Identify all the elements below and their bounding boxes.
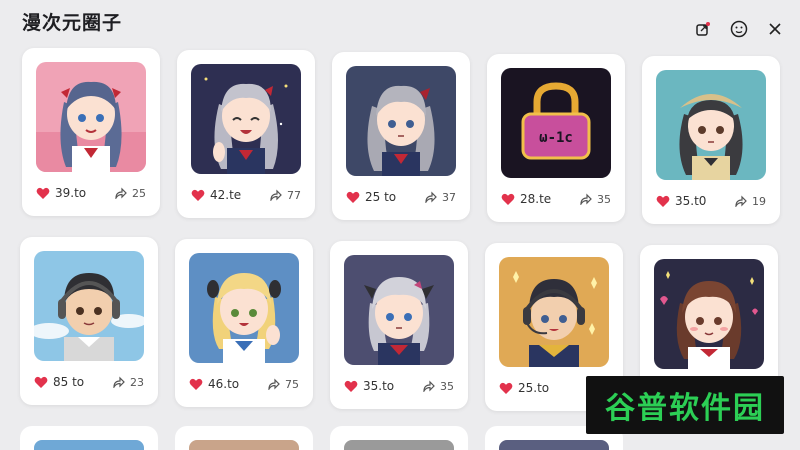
post-thumbnail xyxy=(346,66,456,176)
share-count[interactable]: 37 xyxy=(424,191,456,204)
share-icon xyxy=(270,189,282,201)
window-controls xyxy=(692,18,786,40)
post-card[interactable]: ω-1c 28.te 35 xyxy=(487,54,625,222)
like-count[interactable]: 25 to xyxy=(346,190,396,204)
post-thumbnail xyxy=(499,257,609,367)
watermark: 谷普软件园 xyxy=(586,376,784,434)
share-icon xyxy=(113,376,125,388)
share-icon xyxy=(425,191,437,203)
post-thumbnail xyxy=(344,255,454,365)
post-thumbnail xyxy=(34,251,144,361)
svg-text:ω-1c: ω-1c xyxy=(539,130,573,146)
post-card[interactable]: 85 to 23 xyxy=(20,237,158,405)
share-count[interactable]: 19 xyxy=(734,195,766,208)
share-notify-icon[interactable] xyxy=(692,18,714,40)
post-card[interactable]: 25 to 37 xyxy=(332,52,470,220)
like-count-text: 46.to xyxy=(208,377,240,391)
post-card-partial[interactable] xyxy=(20,426,158,450)
like-count[interactable]: 35.to xyxy=(344,379,394,393)
close-icon[interactable] xyxy=(764,18,786,40)
post-card[interactable]: 42.te 77 xyxy=(177,50,315,218)
share-count[interactable]: 23 xyxy=(112,376,144,389)
share-count-text: 75 xyxy=(285,377,299,391)
like-count[interactable]: 25.to xyxy=(499,381,549,395)
share-count-text: 35 xyxy=(440,379,454,393)
like-count-text: 35.to xyxy=(363,379,395,393)
like-count-text: 28.te xyxy=(520,192,552,206)
post-thumbnail xyxy=(656,70,766,180)
like-count-text: 85 to xyxy=(53,375,85,389)
heart-icon xyxy=(34,376,48,388)
post-card[interactable]: 35.t0 19 xyxy=(642,56,780,224)
like-count[interactable]: 46.to xyxy=(189,377,239,391)
post-thumbnail xyxy=(36,62,146,172)
like-count[interactable]: 42.te xyxy=(191,188,241,202)
share-count-text: 19 xyxy=(752,194,766,208)
share-icon xyxy=(735,195,747,207)
share-count[interactable]: 77 xyxy=(269,189,301,202)
like-count-text: 25 to xyxy=(365,190,397,204)
heart-icon xyxy=(499,382,513,394)
share-icon xyxy=(423,380,435,392)
share-count[interactable]: 35 xyxy=(579,193,611,206)
share-count-text: 37 xyxy=(442,190,456,204)
heart-icon xyxy=(344,380,358,392)
like-count-text: 39.to xyxy=(55,186,87,200)
like-count[interactable]: 85 to xyxy=(34,375,84,389)
like-count-text: 42.te xyxy=(210,188,242,202)
like-count[interactable]: 35.t0 xyxy=(656,194,706,208)
post-card[interactable]: 39.to 25 xyxy=(22,48,160,216)
share-icon xyxy=(115,187,127,199)
heart-icon xyxy=(189,378,203,390)
like-count[interactable]: 39.to xyxy=(36,186,86,200)
like-count-text: 35.t0 xyxy=(675,194,707,208)
heart-icon xyxy=(656,195,670,207)
post-card[interactable]: 46.to 75 xyxy=(175,239,313,407)
post-thumbnail xyxy=(191,64,301,174)
share-icon xyxy=(580,193,592,205)
post-card-partial[interactable] xyxy=(175,426,313,450)
heart-icon xyxy=(36,187,50,199)
like-count-text: 25.to xyxy=(518,381,550,395)
post-thumbnail xyxy=(654,259,764,369)
share-count[interactable]: 75 xyxy=(267,378,299,391)
post-card-partial[interactable] xyxy=(330,426,468,450)
post-card[interactable]: 35.to 35 xyxy=(330,241,468,409)
share-count-text: 35 xyxy=(597,192,611,206)
heart-icon xyxy=(191,189,205,201)
app-title: 漫次元圈子 xyxy=(22,12,123,34)
share-count-text: 77 xyxy=(287,188,301,202)
share-count-text: 23 xyxy=(130,375,144,389)
smile-icon[interactable] xyxy=(728,18,750,40)
post-thumbnail: ω-1c xyxy=(501,68,611,178)
share-count[interactable]: 35 xyxy=(422,380,454,393)
like-count[interactable]: 28.te xyxy=(501,192,551,206)
heart-icon xyxy=(501,193,515,205)
share-count-text: 25 xyxy=(132,186,146,200)
post-thumbnail xyxy=(189,253,299,363)
heart-icon xyxy=(346,191,360,203)
share-icon xyxy=(268,378,280,390)
share-count[interactable]: 25 xyxy=(114,187,146,200)
